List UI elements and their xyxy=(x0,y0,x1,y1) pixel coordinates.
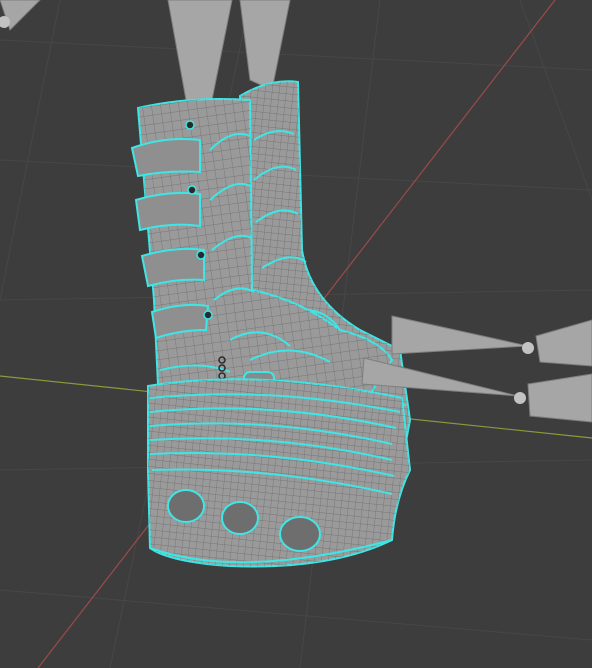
platform-sole-mesh[interactable] xyxy=(147,378,412,568)
3d-viewport[interactable] xyxy=(0,0,592,668)
